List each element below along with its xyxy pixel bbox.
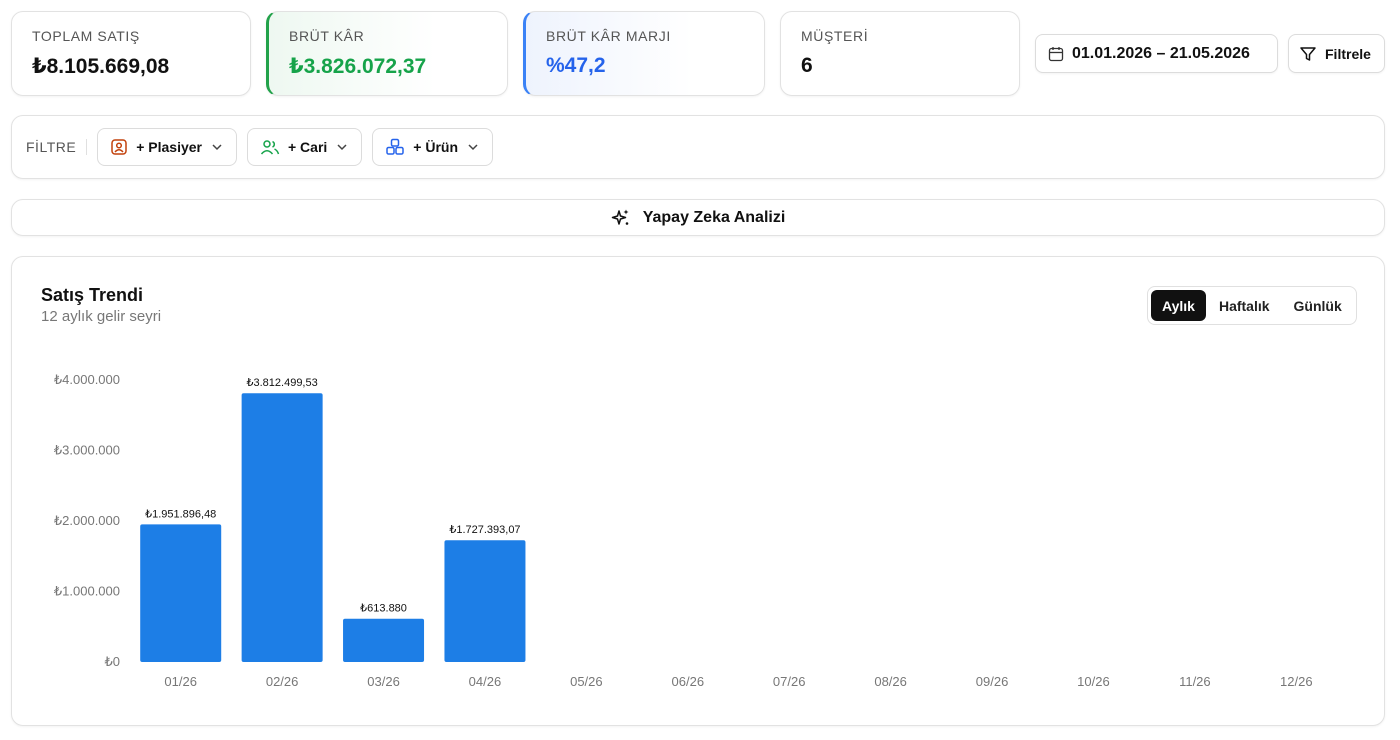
filter-button-label: Filtrele — [1325, 45, 1371, 62]
y-tick-label: ₺2.000.000 — [54, 513, 120, 528]
chip-label: + Ürün — [413, 139, 459, 155]
bar-value-label: ₺1.951.896,48 — [145, 508, 216, 520]
chip-cari[interactable]: + Cari — [246, 128, 363, 166]
sparkles-icon — [611, 208, 631, 228]
ai-analysis-label: Yapay Zeka Analizi — [642, 208, 786, 226]
calendar-icon — [1048, 46, 1064, 62]
filter-button[interactable]: Filtrele — [1288, 34, 1385, 73]
chevron-down-icon — [210, 140, 224, 154]
x-tick-label: 08/26 — [874, 674, 907, 689]
y-tick-label: ₺4.000.000 — [54, 372, 120, 387]
kpi-label: MÜŞTERİ — [801, 28, 869, 44]
sales-trend-card: Satış Trendi 12 aylık gelir seyri Aylık … — [11, 256, 1385, 726]
x-tick-label: 06/26 — [672, 674, 705, 689]
filter-bar: FİLTRE + Plasiyer + Cari + Ürün — [11, 115, 1385, 179]
x-tick-label: 02/26 — [266, 674, 299, 689]
kpi-label: BRÜT KÂR MARJI — [546, 28, 671, 44]
chevron-down-icon — [335, 140, 349, 154]
filter-bar-label: FİLTRE — [26, 139, 88, 155]
kpi-value: ₺8.105.669,08 — [32, 55, 170, 78]
chip-plasiyer[interactable]: + Plasiyer — [97, 128, 237, 166]
y-tick-label: ₺0 — [104, 654, 120, 669]
kpi-customers: MÜŞTERİ 6 — [780, 11, 1020, 96]
y-tick-label: ₺1.000.000 — [54, 584, 120, 599]
boxes-icon — [385, 138, 405, 156]
user-card-icon — [110, 138, 128, 156]
chip-urun[interactable]: + Ürün — [372, 128, 494, 166]
bar-value-label: ₺613.880 — [360, 603, 407, 615]
chip-label: + Plasiyer — [136, 139, 202, 155]
kpi-value: %47,2 — [546, 54, 606, 77]
bar — [241, 393, 323, 662]
filter-icon — [1299, 45, 1317, 63]
x-tick-label: 07/26 — [773, 674, 806, 689]
kpi-value: 6 — [801, 54, 813, 77]
kpi-value: ₺3.826.072,37 — [289, 55, 427, 78]
kpi-label: TOPLAM SATIŞ — [32, 28, 140, 44]
x-tick-label: 03/26 — [367, 674, 400, 689]
x-tick-label: 12/26 — [1280, 674, 1313, 689]
x-tick-label: 09/26 — [976, 674, 1009, 689]
x-tick-label: 05/26 — [570, 674, 603, 689]
date-range-button[interactable]: 01.01.2026 – 21.05.2026 — [1035, 34, 1278, 73]
x-tick-label: 10/26 — [1077, 674, 1110, 689]
chip-label: + Cari — [287, 139, 328, 155]
date-range-label: 01.01.2026 – 21.05.2026 — [1072, 44, 1250, 62]
kpi-gross-profit: BRÜT KÂR ₺3.826.072,37 — [266, 11, 508, 96]
ai-analysis-button[interactable]: Yapay Zeka Analizi — [11, 199, 1385, 236]
bar-value-label: ₺3.812.499,53 — [247, 377, 318, 389]
bar — [343, 618, 425, 662]
x-tick-label: 04/26 — [469, 674, 502, 689]
y-tick-label: ₺3.000.000 — [54, 443, 120, 458]
x-tick-label: 01/26 — [164, 674, 197, 689]
bar — [444, 540, 526, 662]
chevron-down-icon — [466, 140, 480, 154]
sales-bar-chart: ₺0 ₺1.000.000 ₺2.000.000 ₺3.000.000 ₺4.000.0… — [54, 372, 1313, 689]
x-tick-label: 11/26 — [1179, 674, 1211, 689]
users-icon — [260, 138, 280, 156]
bar — [140, 524, 222, 662]
bar-value-label: ₺1.727.393,07 — [449, 524, 520, 536]
kpi-total-sales: TOPLAM SATIŞ ₺8.105.669,08 — [11, 11, 251, 96]
kpi-gross-margin: BRÜT KÂR MARJI %47,2 — [523, 11, 765, 96]
kpi-label: BRÜT KÂR — [289, 28, 365, 44]
